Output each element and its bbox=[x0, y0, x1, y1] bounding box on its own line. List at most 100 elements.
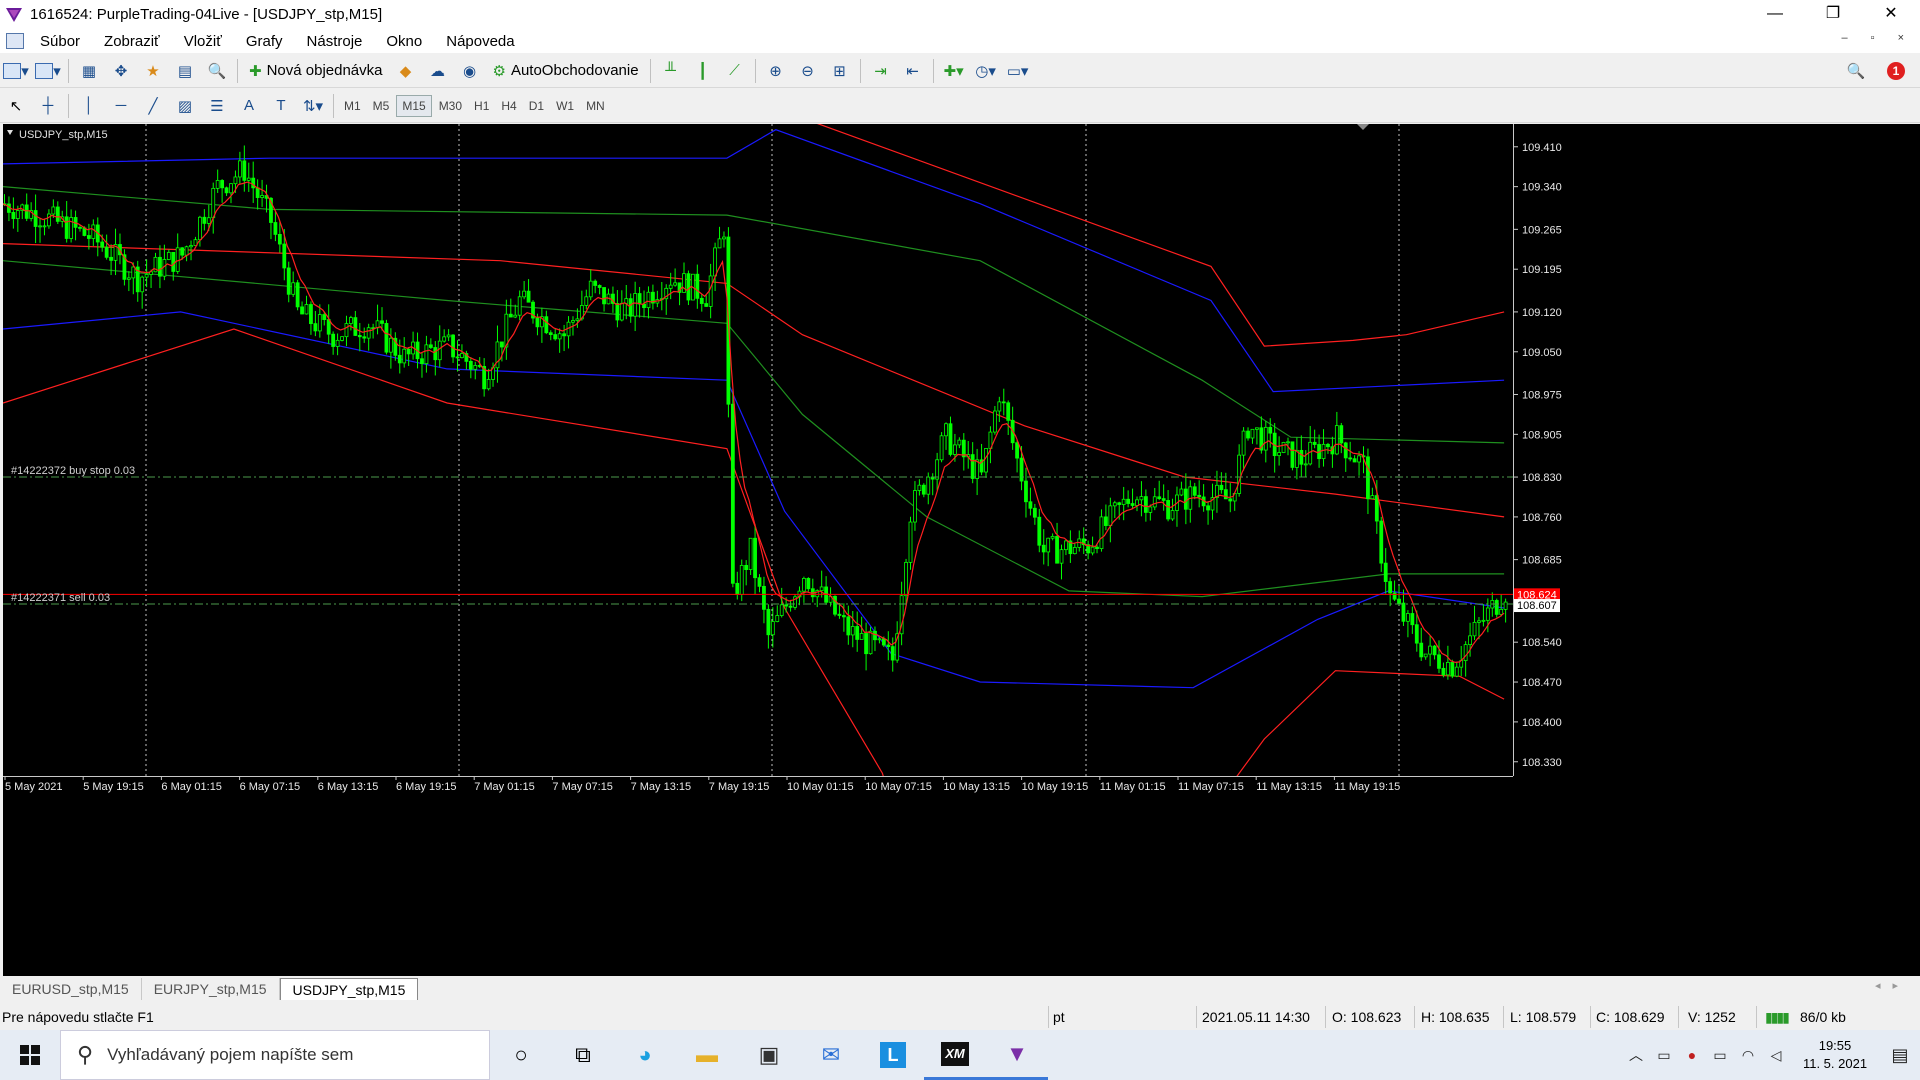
menu-view[interactable]: Zobraziť bbox=[92, 33, 172, 50]
volume-icon[interactable]: ◁ bbox=[1762, 1047, 1790, 1064]
xm-app-icon[interactable]: XM bbox=[924, 1030, 986, 1080]
tile-windows-button[interactable]: ⊞ bbox=[827, 58, 853, 84]
cursor-tool[interactable]: ↖ bbox=[3, 93, 29, 119]
horizontal-line-tool[interactable]: ─ bbox=[108, 93, 134, 119]
text-label-tool[interactable]: T bbox=[268, 93, 294, 119]
timeframe-d1[interactable]: D1 bbox=[524, 95, 549, 117]
security-icon[interactable]: ● bbox=[1678, 1047, 1706, 1063]
notifications-button[interactable]: 1 bbox=[1883, 58, 1909, 84]
menu-tools[interactable]: Nástroje bbox=[295, 33, 375, 50]
battery-icon[interactable]: ▭ bbox=[1706, 1047, 1734, 1064]
strategy-tester-button[interactable]: 🔍 bbox=[204, 58, 230, 84]
status-high: H: 108.635 bbox=[1421, 1009, 1490, 1025]
taskbar-clock[interactable]: 19:55 11. 5. 2021 bbox=[1790, 1037, 1880, 1073]
chart-shift-button[interactable]: ⇤ bbox=[900, 58, 926, 84]
timeframe-m1[interactable]: M1 bbox=[339, 95, 366, 117]
candle-body bbox=[1339, 425, 1344, 444]
task-view-button[interactable]: ⧉ bbox=[552, 1030, 614, 1080]
mdi-window-controls[interactable]: – ▫ × bbox=[1841, 32, 1914, 44]
profiles-button[interactable]: ▾ bbox=[35, 58, 61, 84]
auto-trading-button[interactable]: ⚙ AutoObchodovanie bbox=[489, 58, 643, 84]
wifi-icon[interactable]: ◠ bbox=[1734, 1047, 1762, 1064]
l-app-icon[interactable]: L bbox=[862, 1030, 924, 1080]
channel-tool[interactable]: ▨ bbox=[172, 93, 198, 119]
cortana-button[interactable]: ○ bbox=[490, 1030, 552, 1080]
maximize-button[interactable]: ❐ bbox=[1804, 0, 1862, 29]
new-order-button[interactable]: ✚ Nová objednávka bbox=[245, 58, 387, 84]
start-button[interactable] bbox=[0, 1030, 60, 1080]
candle-body bbox=[957, 439, 962, 446]
trendline-tool[interactable]: ╱ bbox=[140, 93, 166, 119]
menu-file[interactable]: Súbor bbox=[28, 33, 92, 50]
market-watch-button[interactable]: ▦ bbox=[76, 58, 102, 84]
candle-body bbox=[1481, 619, 1486, 622]
data-window-button[interactable]: ✥ bbox=[108, 58, 134, 84]
candle-body bbox=[886, 644, 891, 647]
store-icon[interactable]: ▣ bbox=[738, 1030, 800, 1080]
timeframe-m15[interactable]: M15 bbox=[396, 94, 432, 117]
menu-charts[interactable]: Grafy bbox=[234, 33, 295, 50]
candle-body bbox=[1246, 430, 1250, 439]
line-chart-button[interactable]: ⟋ bbox=[722, 58, 748, 84]
vps-button[interactable]: ☁ bbox=[425, 58, 451, 84]
candlestick-button[interactable]: ┃ bbox=[690, 58, 716, 84]
tab-scroll-arrows[interactable]: ◂▸ bbox=[1875, 979, 1910, 992]
new-chart-button[interactable]: ▾ bbox=[3, 58, 29, 84]
timeframe-m5[interactable]: M5 bbox=[368, 95, 395, 117]
candle-body bbox=[1383, 562, 1388, 582]
tab-eurusd[interactable]: EURUSD_stp,M15 bbox=[0, 978, 142, 1000]
vertical-line-tool[interactable]: │ bbox=[76, 93, 102, 119]
candle-body bbox=[1135, 499, 1139, 506]
search-button[interactable]: 🔍 bbox=[1843, 58, 1869, 84]
text-tool[interactable]: A bbox=[236, 93, 262, 119]
menu-insert[interactable]: Vložiť bbox=[172, 33, 234, 50]
candle-body bbox=[1166, 500, 1170, 520]
indicators-button[interactable]: ✚▾ bbox=[941, 58, 967, 84]
candle-body bbox=[637, 293, 642, 305]
signals-button[interactable]: ◉ bbox=[457, 58, 483, 84]
chart-window[interactable]: #14222372 buy stop 0.03 #14222371 sell 0.… bbox=[3, 124, 1920, 976]
zoom-in-button[interactable]: ⊕ bbox=[763, 58, 789, 84]
terminal-button[interactable]: ▤ bbox=[172, 58, 198, 84]
tab-usdjpy[interactable]: USDJPY_stp,M15 bbox=[279, 978, 419, 1000]
periods-button[interactable]: ◷▾ bbox=[973, 58, 999, 84]
templates-button[interactable]: ▭▾ bbox=[1005, 58, 1031, 84]
taskbar-search[interactable]: ⚲ Vyhľadávaný pojem napíšte sem bbox=[60, 1030, 490, 1080]
auto-scroll-button[interactable]: ⇥ bbox=[868, 58, 894, 84]
purple-trading-icon[interactable]: ▼ bbox=[986, 1030, 1048, 1080]
action-center-icon[interactable]: ▤ bbox=[1880, 1045, 1920, 1066]
close-button[interactable]: ✕ bbox=[1862, 0, 1920, 29]
candle-body bbox=[104, 246, 109, 258]
candle-body bbox=[1090, 546, 1095, 554]
menu-help[interactable]: Nápoveda bbox=[434, 33, 526, 50]
timeframe-h1[interactable]: H1 bbox=[469, 95, 494, 117]
profiles-icon bbox=[35, 62, 54, 79]
meet-now-icon[interactable]: ▭ bbox=[1650, 1047, 1678, 1064]
price-chart[interactable]: #14222372 buy stop 0.03 #14222371 sell 0.… bbox=[3, 124, 1920, 976]
price-tick-label: 108.540 bbox=[1522, 637, 1562, 649]
timeframe-h4[interactable]: H4 bbox=[496, 95, 521, 117]
candle-body bbox=[1037, 516, 1042, 546]
candle-body bbox=[597, 285, 602, 288]
candle-body bbox=[806, 578, 811, 590]
candle-body bbox=[380, 320, 384, 324]
menu-window[interactable]: Okno bbox=[374, 33, 434, 50]
candle-body bbox=[175, 247, 180, 272]
fibonacci-tool[interactable]: ☰ bbox=[204, 93, 230, 119]
file-explorer-icon[interactable]: ▬ bbox=[676, 1030, 738, 1080]
metaeditor-button[interactable]: ◆ bbox=[393, 58, 419, 84]
minimize-button[interactable]: — bbox=[1746, 0, 1804, 29]
crosshair-tool[interactable]: ┼ bbox=[35, 93, 61, 119]
zoom-out-button[interactable]: ⊖ bbox=[795, 58, 821, 84]
tab-eurjpy[interactable]: EURJPY_stp,M15 bbox=[142, 978, 280, 1000]
bar-chart-button[interactable]: ╨ bbox=[658, 58, 684, 84]
document-menu-icon[interactable] bbox=[6, 33, 24, 49]
tray-chevron-icon[interactable]: ︿ bbox=[1622, 1045, 1650, 1065]
arrows-tool[interactable]: ⇅▾ bbox=[300, 93, 326, 119]
timeframe-w1[interactable]: W1 bbox=[551, 95, 579, 117]
navigator-button[interactable]: ★ bbox=[140, 58, 166, 84]
mail-icon[interactable]: ✉ bbox=[800, 1030, 862, 1080]
timeframe-mn[interactable]: MN bbox=[581, 95, 610, 117]
timeframe-m30[interactable]: M30 bbox=[434, 95, 467, 117]
edge-icon[interactable]: ◕ bbox=[614, 1030, 676, 1080]
